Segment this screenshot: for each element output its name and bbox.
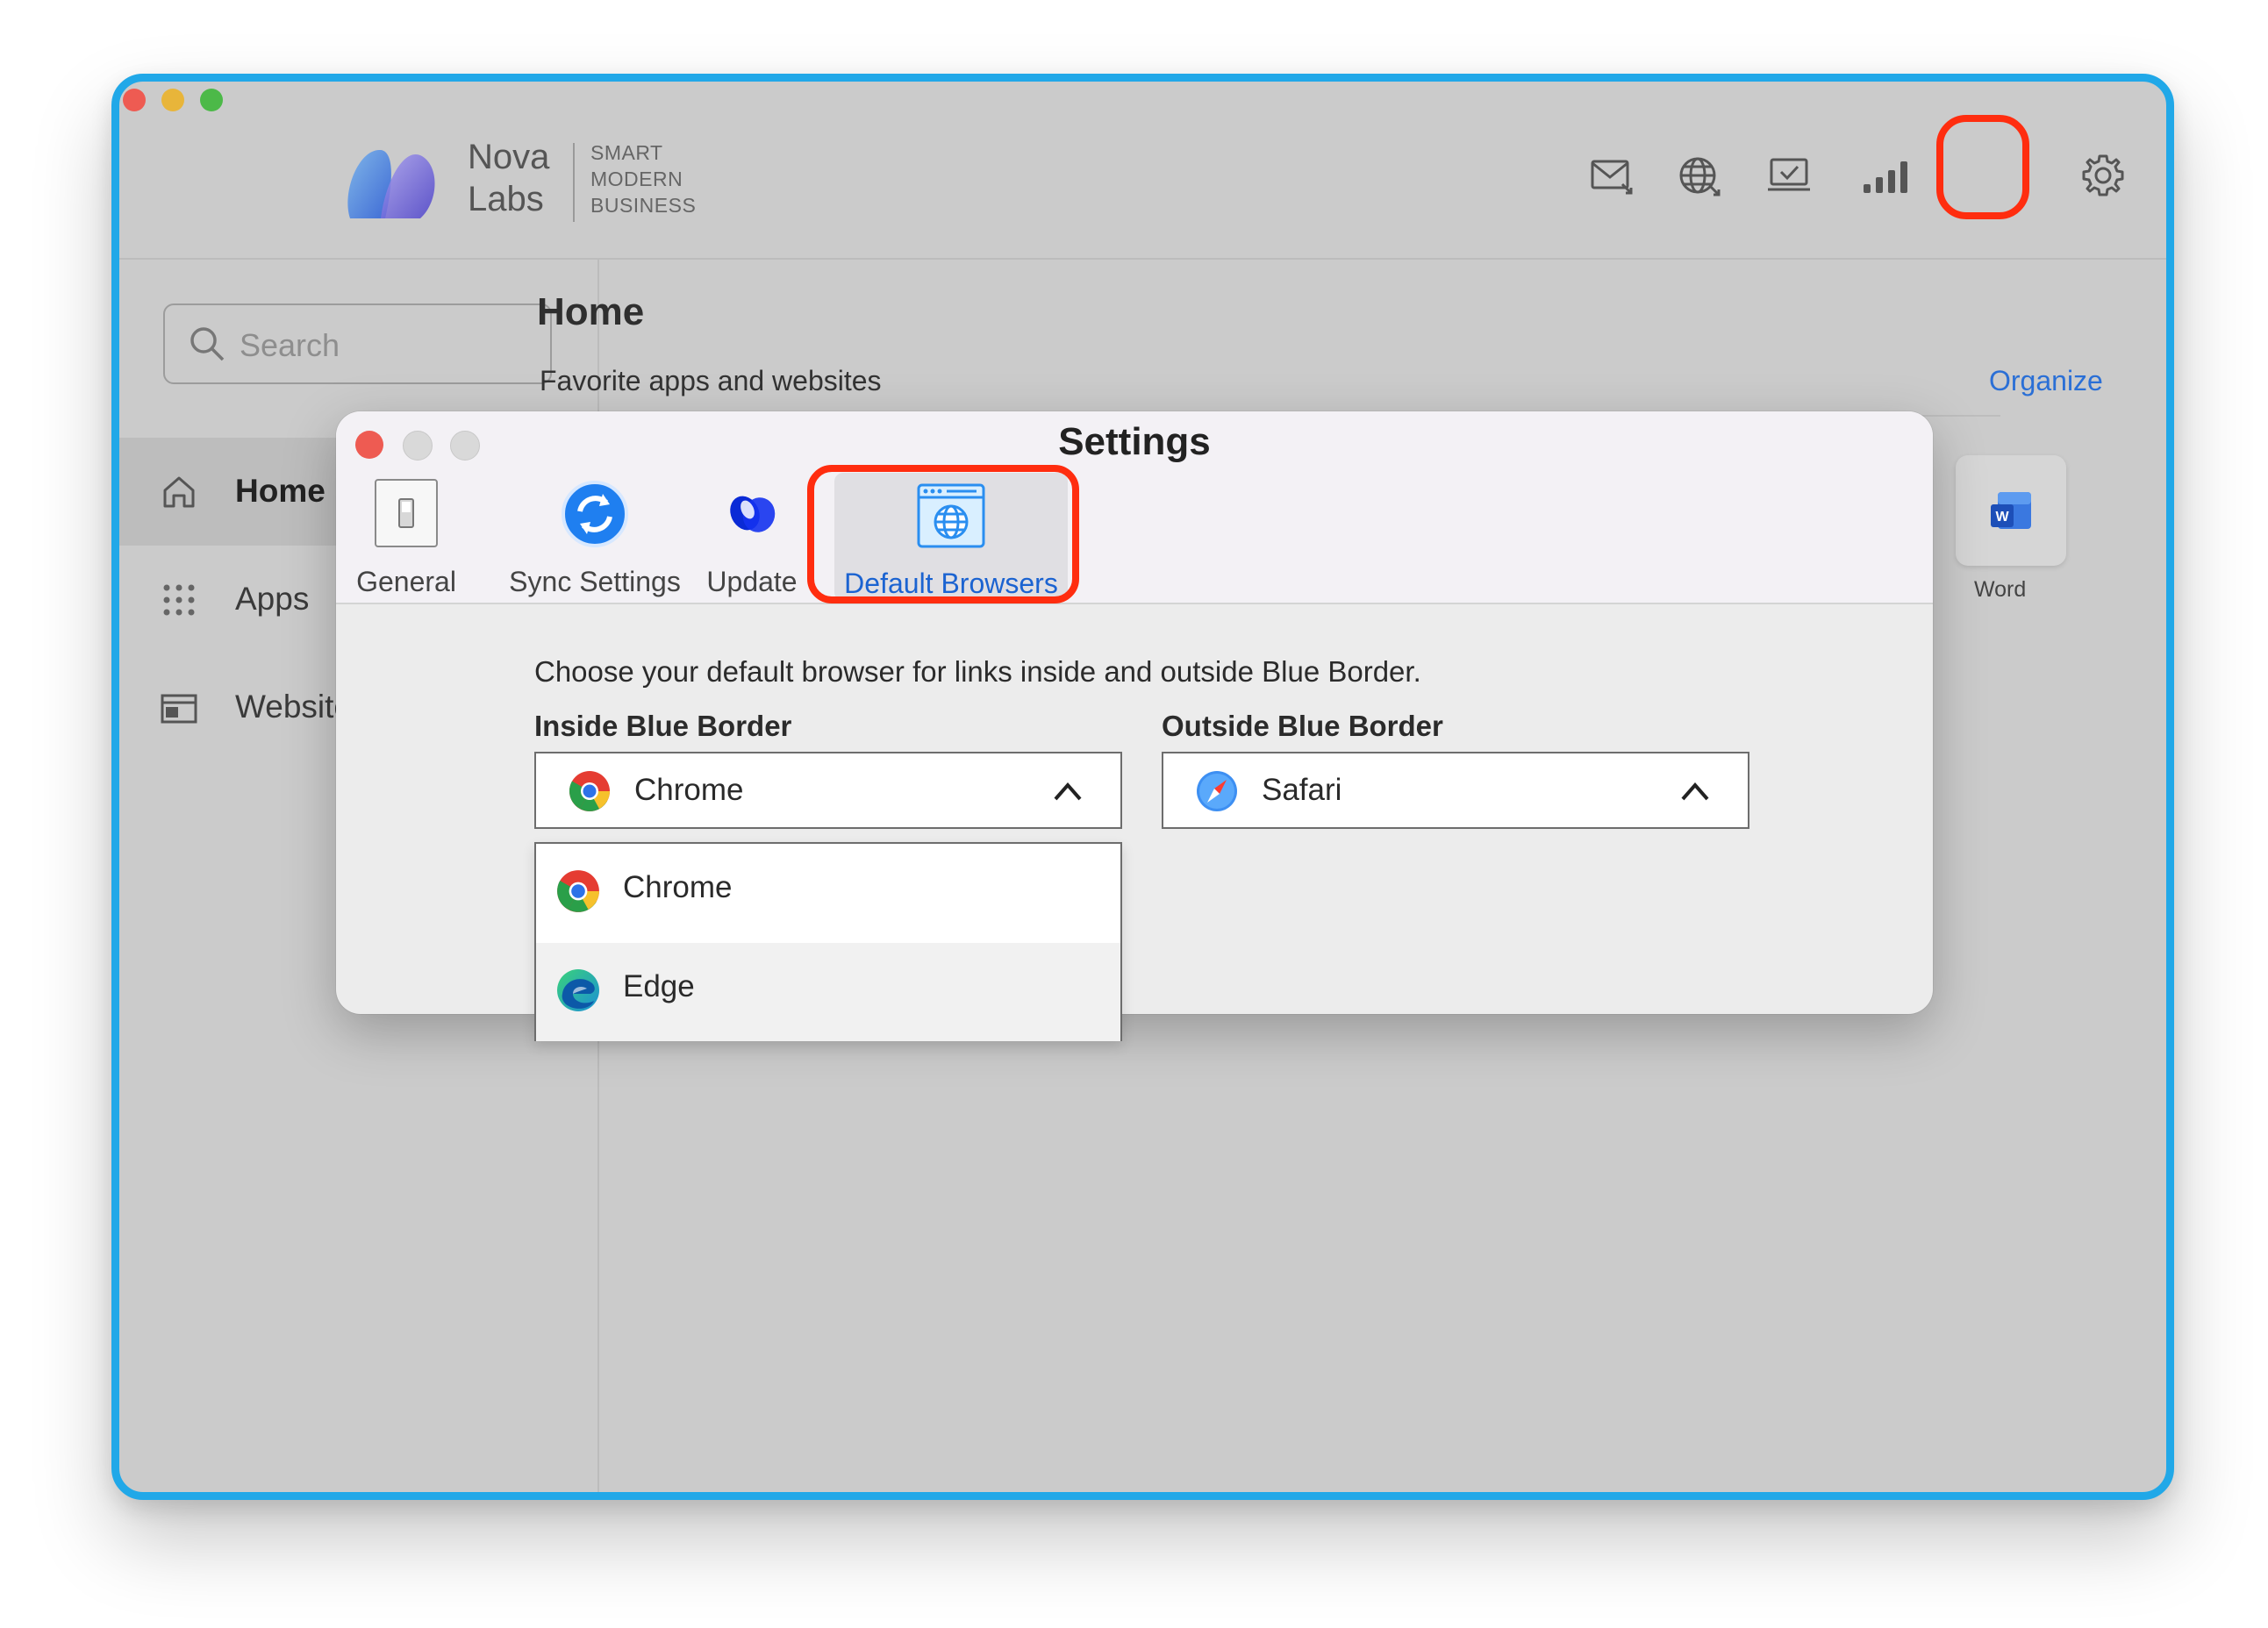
favorite-app-label: Word <box>1974 577 2027 602</box>
tab-label: Update <box>706 566 798 597</box>
svg-text:W: W <box>1995 510 2009 525</box>
edge-icon <box>557 969 599 1011</box>
favorite-app-word[interactable]: W <box>1956 455 2066 566</box>
mail-icon[interactable] <box>1587 151 1636 200</box>
settings-toolbar: Settings General Sync Settings Update De… <box>336 411 1933 604</box>
inside-browser-select[interactable]: Chrome <box>534 752 1122 829</box>
dialog-title: Settings <box>1058 420 1211 463</box>
inside-browser-dropdown: Chrome Edge <box>534 842 1122 1041</box>
tagline-line1: SMART <box>590 141 663 164</box>
tab-general[interactable]: General <box>347 478 466 601</box>
page-title: Home <box>537 290 645 333</box>
zoom-window-button[interactable] <box>200 89 223 111</box>
home-icon <box>163 476 195 508</box>
chevron-up-icon <box>1681 782 1709 801</box>
inside-selected-value: Chrome <box>634 773 744 807</box>
tagline-line3: BUSINESS <box>590 194 697 217</box>
minimize-window-button[interactable] <box>161 89 184 111</box>
tab-label: General <box>356 566 456 597</box>
help-icon[interactable] <box>2170 151 2174 200</box>
logo-divider <box>573 143 575 222</box>
chevron-up-icon <box>1054 782 1082 801</box>
header-divider <box>119 258 2166 260</box>
outside-border-label: Outside Blue Border <box>1162 710 1443 742</box>
websites-icon <box>161 694 197 724</box>
sync-icon <box>559 478 631 550</box>
settings-dialog: Settings General Sync Settings Update De… <box>336 411 1933 1041</box>
chrome-icon <box>557 870 599 912</box>
nova-labs-logo <box>341 139 447 227</box>
chrome-icon <box>569 771 610 811</box>
default-browsers-highlight-annotation <box>807 465 1079 603</box>
tab-label: Sync Settings <box>509 566 681 597</box>
brand-name-line2: Labs <box>468 180 544 218</box>
sidebar-item-label: Apps <box>235 581 310 617</box>
search-placeholder: Search <box>240 327 340 363</box>
signal-icon <box>1858 151 1916 200</box>
close-window-button[interactable] <box>123 89 146 111</box>
tab-update[interactable]: Update <box>698 478 806 601</box>
dropdown-option-edge[interactable]: Edge <box>536 943 1120 1041</box>
logo-mark-icon <box>347 149 435 218</box>
sidebar-item-label: Home <box>235 473 326 509</box>
apps-grid-icon <box>163 584 195 616</box>
gear-icon[interactable] <box>2078 151 2128 200</box>
search-input[interactable]: Search <box>163 303 552 384</box>
search-icon <box>190 327 225 361</box>
favorites-heading: Favorite apps and websites <box>540 365 882 396</box>
word-icon: W <box>1991 492 2031 529</box>
gear-highlight-annotation <box>1936 115 2029 219</box>
brand-name-line1: Nova <box>468 138 550 176</box>
switch-icon <box>370 478 442 550</box>
dropdown-option-chrome[interactable]: Chrome <box>536 844 1120 942</box>
update-icon <box>716 478 788 550</box>
outside-browser-select[interactable]: Safari <box>1162 752 1749 829</box>
default-browser-instructions: Choose your default browser for links in… <box>534 655 1421 688</box>
tagline-line2: MODERN <box>590 168 683 190</box>
organize-link[interactable]: Organize <box>1989 365 2103 397</box>
dropdown-option-label: Chrome <box>623 870 733 904</box>
outside-selected-value: Safari <box>1262 773 1342 807</box>
globe-icon[interactable] <box>1675 151 1724 200</box>
dropdown-option-label: Edge <box>623 969 695 1003</box>
safari-icon <box>1197 771 1237 811</box>
inside-border-label: Inside Blue Border <box>534 710 792 742</box>
laptop-check-icon[interactable] <box>1764 151 1814 200</box>
tab-sync-settings[interactable]: Sync Settings <box>487 478 703 601</box>
